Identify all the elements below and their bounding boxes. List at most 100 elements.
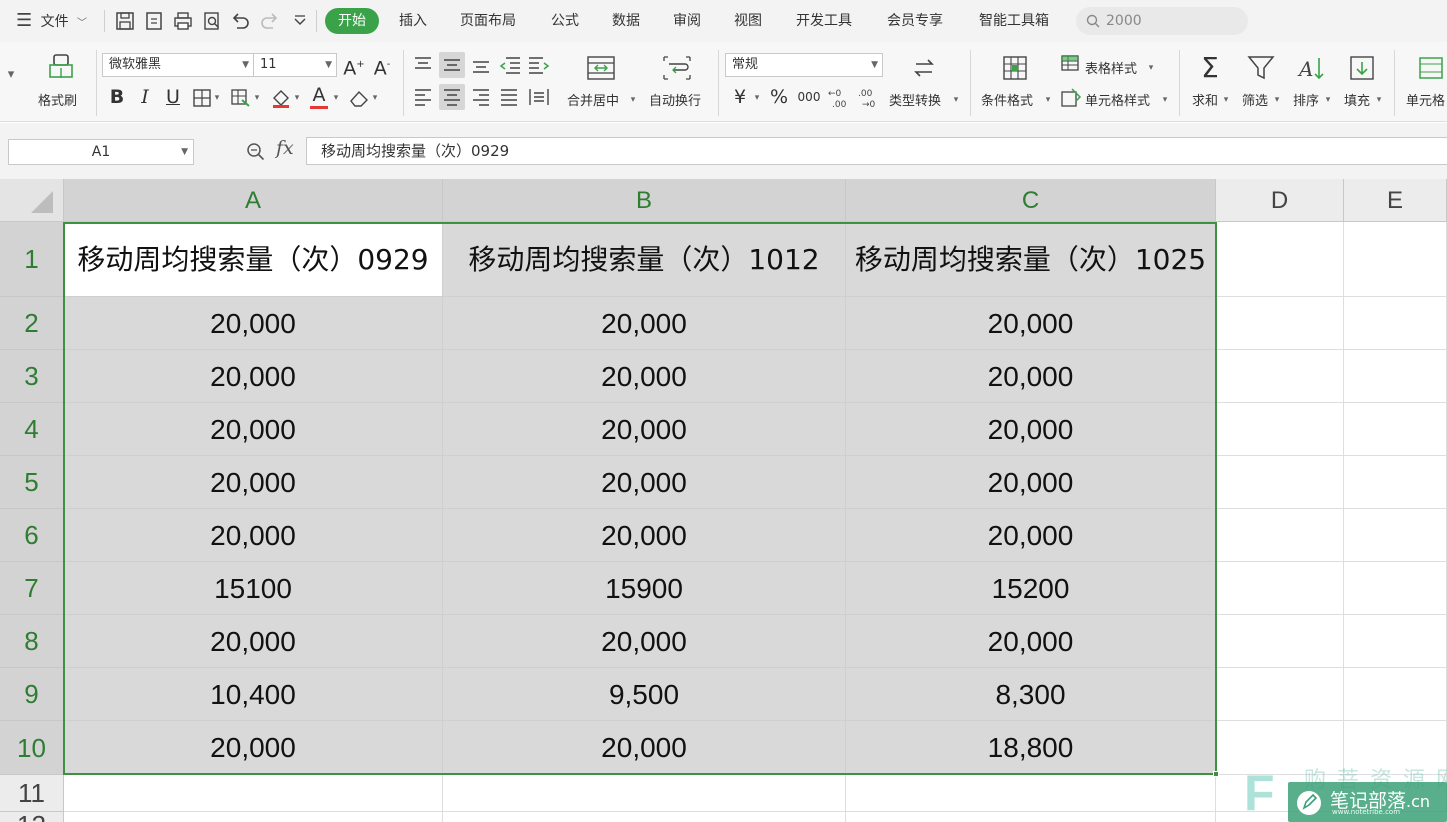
print-preview-icon[interactable] bbox=[201, 10, 223, 32]
cell-b11[interactable] bbox=[443, 775, 846, 812]
chevron-down-icon[interactable]: ▾ bbox=[370, 87, 380, 109]
row-header-12[interactable]: 12 bbox=[0, 812, 64, 822]
insert-function-button[interactable]: fx bbox=[276, 137, 294, 159]
row-header-11[interactable]: 11 bbox=[0, 775, 64, 812]
conditional-format-label[interactable]: 条件格式 bbox=[981, 90, 1033, 109]
justify-icon[interactable] bbox=[498, 86, 520, 108]
save-icon[interactable] bbox=[114, 10, 136, 32]
tab-insert[interactable]: 插入 bbox=[390, 0, 436, 42]
row-header-6[interactable]: 6 bbox=[0, 509, 64, 562]
cell-e9[interactable] bbox=[1344, 668, 1447, 721]
font-color-icon[interactable]: A bbox=[308, 84, 330, 106]
cell-b9[interactable]: 9,500 bbox=[443, 668, 846, 721]
font-size-select[interactable]: 11 ▼ bbox=[253, 53, 337, 77]
row-header-8[interactable]: 8 bbox=[0, 615, 64, 668]
cell-d11[interactable] bbox=[1216, 775, 1344, 812]
chevron-down-icon[interactable]: ▾ bbox=[331, 87, 341, 109]
row-header-3[interactable]: 3 bbox=[0, 350, 64, 403]
cell-b10[interactable]: 20,000 bbox=[443, 721, 846, 775]
table-style-icon[interactable] bbox=[1060, 54, 1082, 74]
cell-b2[interactable]: 20,000 bbox=[443, 297, 846, 350]
number-format-select[interactable]: 常规 ▼ bbox=[725, 53, 883, 77]
tab-data[interactable]: 数据 bbox=[604, 0, 648, 42]
row-header-2[interactable]: 2 bbox=[0, 297, 64, 350]
cell-style-label[interactable]: 单元格样式 bbox=[1085, 90, 1150, 109]
row-header-7[interactable]: 7 bbox=[0, 562, 64, 615]
chevron-down-icon[interactable]: ▾ bbox=[752, 87, 762, 109]
cell-e8[interactable] bbox=[1344, 615, 1447, 668]
cell-c7[interactable]: 15200 bbox=[846, 562, 1216, 615]
cell-c3[interactable]: 20,000 bbox=[846, 350, 1216, 403]
chevron-down-icon[interactable]: ▾ bbox=[212, 87, 222, 109]
increase-font-icon[interactable]: A+ bbox=[342, 54, 366, 79]
file-menu[interactable]: ☰ 文件 ﹀ bbox=[16, 0, 87, 42]
export-pdf-icon[interactable] bbox=[143, 10, 165, 32]
type-convert-label[interactable]: 类型转换 bbox=[889, 90, 941, 109]
type-convert-icon[interactable] bbox=[910, 54, 938, 82]
chevron-down-icon[interactable]: ▾ bbox=[1043, 89, 1053, 111]
cell-d8[interactable] bbox=[1216, 615, 1344, 668]
thousands-separator-icon[interactable]: 000 bbox=[796, 86, 822, 108]
cell-c9[interactable]: 8,300 bbox=[846, 668, 1216, 721]
cell-e4[interactable] bbox=[1344, 403, 1447, 456]
tab-page-layout[interactable]: 页面布局 bbox=[452, 0, 524, 42]
tab-developer[interactable]: 开发工具 bbox=[787, 0, 861, 42]
cell-e3[interactable] bbox=[1344, 350, 1447, 403]
conditional-format-icon[interactable] bbox=[1001, 54, 1029, 82]
filter-label[interactable]: 筛选 bbox=[1242, 90, 1268, 109]
percent-icon[interactable]: % bbox=[768, 86, 790, 108]
cell-e6[interactable] bbox=[1344, 509, 1447, 562]
column-header-b[interactable]: B bbox=[443, 179, 846, 222]
cell-a2[interactable]: 20,000 bbox=[64, 297, 443, 350]
cell-b12[interactable] bbox=[443, 812, 846, 822]
cell-c11[interactable] bbox=[846, 775, 1216, 812]
decrease-font-icon[interactable]: A- bbox=[370, 54, 394, 79]
underline-icon[interactable]: U bbox=[162, 86, 184, 108]
cell-d7[interactable] bbox=[1216, 562, 1344, 615]
cell-a4[interactable]: 20,000 bbox=[64, 403, 443, 456]
merge-center-icon[interactable] bbox=[586, 54, 616, 82]
row-header-5[interactable]: 5 bbox=[0, 456, 64, 509]
column-header-c[interactable]: C bbox=[846, 179, 1216, 222]
chevron-down-icon[interactable]: ▾ bbox=[1323, 89, 1333, 111]
cell-b6[interactable]: 20,000 bbox=[443, 509, 846, 562]
cell-a5[interactable]: 20,000 bbox=[64, 456, 443, 509]
cell-c12[interactable] bbox=[846, 812, 1216, 822]
cell-e1[interactable] bbox=[1344, 222, 1447, 297]
cell-a9[interactable]: 10,400 bbox=[64, 668, 443, 721]
sort-label[interactable]: 排序 bbox=[1293, 90, 1319, 109]
fill-handle[interactable] bbox=[1213, 771, 1219, 777]
cell-e11[interactable] bbox=[1344, 775, 1447, 812]
cell-a10[interactable]: 20,000 bbox=[64, 721, 443, 775]
cell-d6[interactable] bbox=[1216, 509, 1344, 562]
sort-icon[interactable]: A bbox=[1297, 54, 1327, 82]
cell-a7[interactable]: 15100 bbox=[64, 562, 443, 615]
font-name-select[interactable]: 微软雅黑 ▼ bbox=[102, 53, 254, 77]
search-input[interactable]: 2000 bbox=[1076, 7, 1248, 35]
cell-b7[interactable]: 15900 bbox=[443, 562, 846, 615]
print-icon[interactable] bbox=[172, 10, 194, 32]
cell-e10[interactable] bbox=[1344, 721, 1447, 775]
cell-c6[interactable]: 20,000 bbox=[846, 509, 1216, 562]
cell-a8[interactable]: 20,000 bbox=[64, 615, 443, 668]
row-header-9[interactable]: 9 bbox=[0, 668, 64, 721]
select-all-corner[interactable] bbox=[0, 179, 64, 222]
cell-a11[interactable] bbox=[64, 775, 443, 812]
cell-a3[interactable]: 20,000 bbox=[64, 350, 443, 403]
column-header-a[interactable]: A bbox=[64, 179, 443, 222]
column-header-d[interactable]: D bbox=[1216, 179, 1344, 222]
align-bottom-icon[interactable] bbox=[470, 54, 492, 76]
tab-membership[interactable]: 会员专享 bbox=[878, 0, 952, 42]
chevron-down-icon[interactable]: ▾ bbox=[292, 87, 302, 109]
cell-c4[interactable]: 20,000 bbox=[846, 403, 1216, 456]
distributed-align-icon[interactable] bbox=[527, 86, 551, 108]
paste-partial-icon[interactable]: ▾ bbox=[4, 64, 18, 86]
format-painter-label[interactable]: 格式刷 bbox=[38, 90, 77, 109]
tab-home[interactable]: 开始 bbox=[325, 8, 379, 34]
wrap-text-icon[interactable] bbox=[662, 54, 692, 82]
chevron-down-icon[interactable]: ▾ bbox=[1160, 89, 1170, 111]
cell-b8[interactable]: 20,000 bbox=[443, 615, 846, 668]
cell-e5[interactable] bbox=[1344, 456, 1447, 509]
fill-label[interactable]: 填充 bbox=[1344, 90, 1370, 109]
cell-a6[interactable]: 20,000 bbox=[64, 509, 443, 562]
